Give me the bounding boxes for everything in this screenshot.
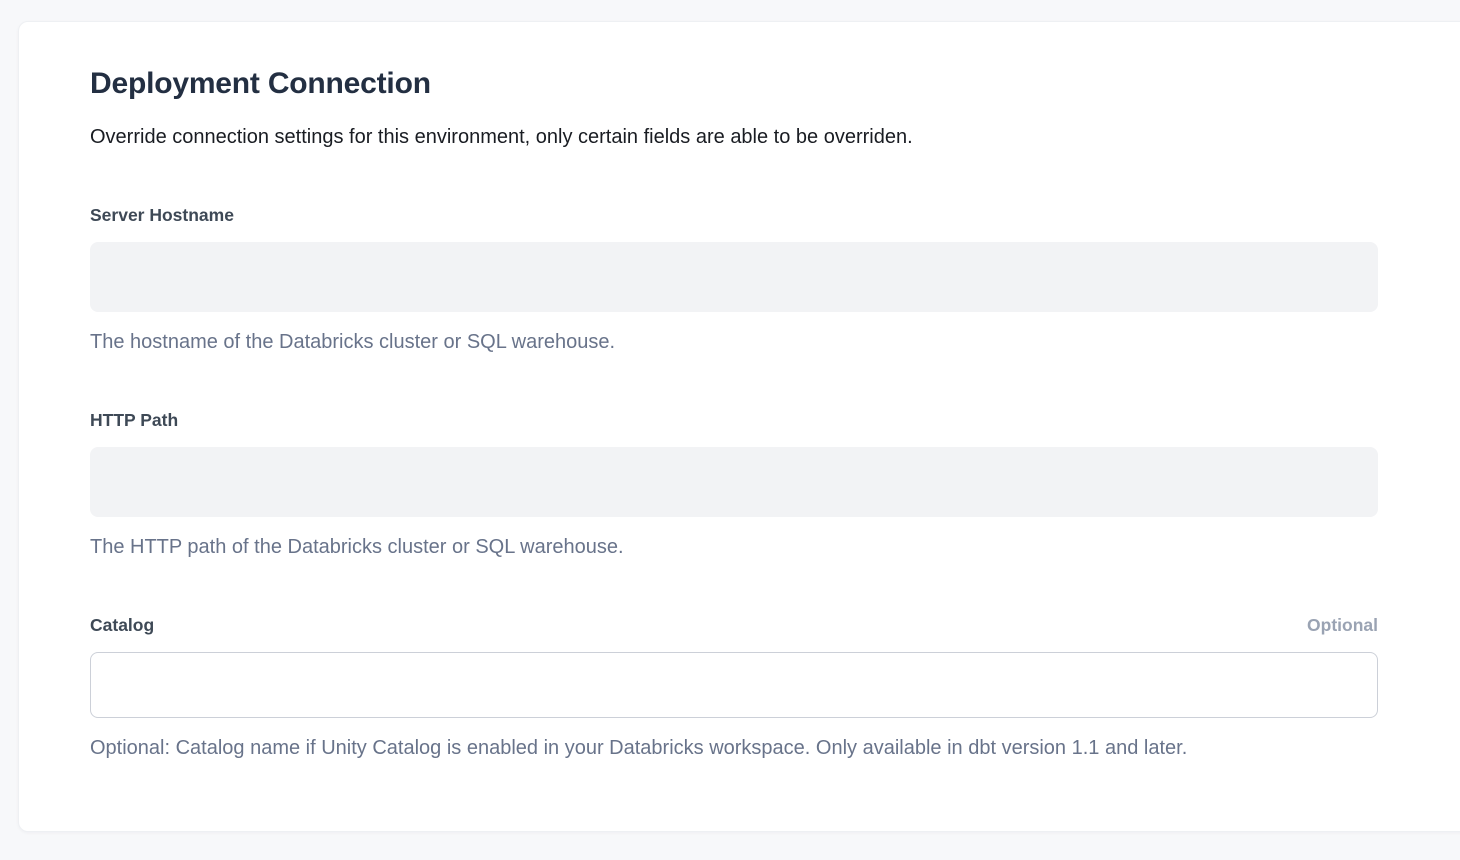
catalog-input[interactable] — [90, 652, 1378, 718]
field-server-hostname: Server Hostname The hostname of the Data… — [90, 204, 1378, 355]
http-path-help: The HTTP path of the Databricks cluster … — [90, 534, 1378, 560]
catalog-label-row: Catalog Optional — [90, 614, 1378, 636]
catalog-label: Catalog — [90, 614, 154, 636]
http-path-label: HTTP Path — [90, 409, 178, 431]
server-hostname-help: The hostname of the Databricks cluster o… — [90, 329, 1378, 355]
http-path-input[interactable] — [90, 447, 1378, 517]
server-hostname-label-row: Server Hostname — [90, 204, 1378, 226]
deployment-connection-card: Deployment Connection Override connectio… — [18, 21, 1460, 832]
field-http-path: HTTP Path The HTTP path of the Databrick… — [90, 409, 1378, 560]
page-subtitle: Override connection settings for this en… — [90, 124, 1379, 150]
catalog-optional-tag: Optional — [1307, 614, 1378, 636]
page-title: Deployment Connection — [90, 64, 1379, 103]
card-content: Deployment Connection Override connectio… — [19, 22, 1379, 761]
http-path-label-row: HTTP Path — [90, 409, 1378, 431]
catalog-help: Optional: Catalog name if Unity Catalog … — [90, 735, 1378, 761]
server-hostname-input[interactable] — [90, 242, 1378, 312]
server-hostname-label: Server Hostname — [90, 204, 234, 226]
field-catalog: Catalog Optional Optional: Catalog name … — [90, 614, 1378, 761]
